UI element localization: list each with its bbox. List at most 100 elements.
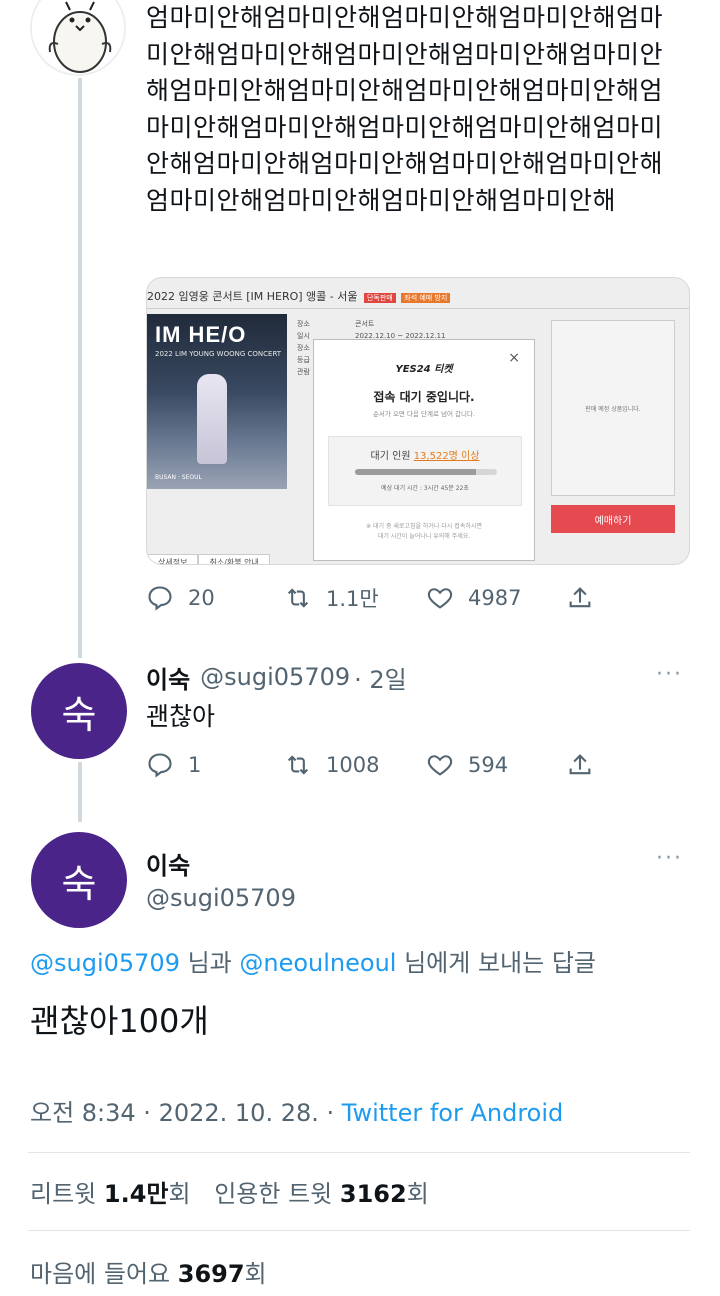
reply-icon: [148, 586, 172, 611]
tweet-time[interactable]: · 2일: [354, 660, 407, 695]
reply-count: 1: [188, 753, 202, 777]
poster-footer: BUSAN · SEOUL: [155, 474, 202, 481]
heart-icon: [427, 588, 453, 609]
replying-to-mid: 님과: [179, 949, 240, 977]
avatar-text: 숙: [61, 692, 97, 737]
divider: [28, 1152, 690, 1153]
timestamp-text[interactable]: 오전 8:34 · 2022. 10. 28. ·: [30, 1099, 342, 1127]
queue-eta: 예상 대기 시간 : 3시간 45분 22초: [381, 485, 469, 492]
share-icon: [569, 754, 591, 775]
yes24-logo: YES24 티켓: [395, 364, 453, 375]
avatar-cartoon[interactable]: [30, 0, 126, 76]
sale-status-box: 판매 예정 상품입니다.: [551, 320, 675, 496]
reply-icon: [148, 753, 172, 778]
retweet-button[interactable]: 1.1만: [284, 583, 426, 613]
share-button[interactable]: [566, 751, 594, 779]
reply-count: 20: [188, 586, 215, 610]
more-icon[interactable]: ···: [656, 662, 683, 687]
like-button[interactable]: 4987: [426, 584, 566, 612]
retweets-stat[interactable]: 리트윗 1.4만회: [30, 1180, 191, 1208]
stat-value: 3697: [177, 1260, 245, 1288]
user-handle[interactable]: @sugi05709: [200, 663, 350, 691]
share-button[interactable]: [566, 584, 594, 612]
concert-poster: IM HE/O 2022 LIM YOUNG WOONG CONCERT BUS…: [147, 314, 287, 489]
image-title: 2022 임영웅 콘서트 [IM HERO] 앵콜 - 서울: [147, 290, 358, 303]
queue-progress-fill: [355, 469, 476, 475]
sale-status-text: 판매 예정 상품입니다.: [585, 405, 641, 413]
retweet-count: 1.1만: [326, 587, 379, 611]
cartoon-rabbit-icon: [32, 0, 124, 74]
user-handle[interactable]: @sugi05709: [146, 884, 296, 912]
avatar[interactable]: 숙: [31, 663, 127, 759]
tweet-timestamp: 오전 8:34 · 2022. 10. 28. · Twitter for An…: [30, 1093, 563, 1128]
poster-figure: [197, 374, 227, 464]
queue-box: 대기 인원 13,522명 이상 예상 대기 시간 : 3시간 45분 22초: [328, 436, 522, 506]
poster-title: IM HE/O: [155, 322, 247, 347]
stat-label: 리트윗: [30, 1180, 104, 1208]
divider: [28, 1230, 690, 1231]
mention-link[interactable]: @sugi05709: [30, 949, 180, 977]
share-icon: [569, 587, 591, 608]
replying-to-end: 님에게 보내는 답글: [396, 949, 596, 977]
stat-value: 1.4만: [103, 1180, 169, 1208]
info-value: 콘서트: [355, 320, 375, 328]
tweet-image[interactable]: 2022 임영웅 콘서트 [IM HERO] 앵콜 - 서울 단독판매 좌석 예…: [146, 277, 690, 565]
queue-subtitle: 순서가 오면 다음 단계로 넘어 갑니다.: [372, 410, 476, 418]
tweet-actions: 20 1.1만 4987: [146, 578, 606, 618]
reply-header: 이숙 @sugi05709 · 2일: [146, 660, 686, 694]
image-divider: [147, 308, 689, 309]
queue-note-line: 대기 시간이 늘어나니 유의해 주세요.: [377, 533, 471, 540]
display-name[interactable]: 이숙: [146, 660, 190, 695]
tab-refund: 취소/환불 안내: [198, 554, 270, 564]
queue-modal: YES24 티켓 × 접속 대기 중입니다. 순서가 오면 다음 단계로 넘어 …: [313, 339, 535, 561]
reply-actions: 1 1008 594: [146, 745, 606, 785]
queue-note: ※ 대기 중 새로고침을 하거나 다시 접속하시면 대기 시간이 늘어나니 유의…: [314, 522, 534, 542]
retweet-icon: [287, 755, 309, 775]
detail-tabs: 상세정보 취소/환불 안내: [147, 554, 307, 564]
queue-title: 접속 대기 중입니다.: [373, 390, 475, 404]
book-button: 예매하기: [551, 505, 675, 533]
stat-unit: 회: [244, 1260, 267, 1288]
retweet-icon: [287, 588, 309, 608]
display-name[interactable]: 이숙: [146, 846, 190, 881]
quotes-stat[interactable]: 인용한 트윗 3162회: [214, 1180, 429, 1208]
tab-details: 상세정보: [147, 554, 199, 564]
reply-button[interactable]: 1: [146, 751, 284, 779]
like-count: 594: [468, 753, 509, 777]
thread-line-top: [78, 78, 82, 658]
badge-warning: 좌석 예매 방지: [401, 293, 451, 303]
tweet-text: 엄마미안해엄마미안해엄마미안해엄마미안해엄마미안해엄마미안해엄마미안해엄마미안해…: [146, 3, 664, 215]
stat-value: 3162: [339, 1180, 407, 1208]
image-topbar: 2022 임영웅 콘서트 [IM HERO] 앵콜 - 서울 단독판매 좌석 예…: [147, 278, 689, 310]
likes-stat[interactable]: 마음에 들어요 3697회: [30, 1254, 267, 1289]
thread-line-middle: [78, 762, 82, 822]
main-tweet-text: 괜찮아100개: [30, 1002, 209, 1040]
avatar-text: 숙: [61, 861, 97, 906]
badge-exclusive: 단독판매: [363, 293, 396, 303]
queue-note-line: ※ 대기 중 새로고침을 하거나 다시 접속하시면: [366, 523, 482, 530]
close-icon: ×: [508, 350, 520, 366]
retweet-button[interactable]: 1008: [284, 751, 426, 779]
avatar[interactable]: 숙: [31, 832, 127, 928]
stat-unit: 회: [168, 1180, 191, 1208]
source-link[interactable]: Twitter for Android: [342, 1099, 563, 1127]
reply-text: 괜찮아: [146, 702, 216, 731]
engagement-stats: 리트윗 1.4만회 인용한 트윗 3162회: [30, 1174, 429, 1209]
info-label: 장소: [297, 320, 310, 328]
retweet-count: 1008: [326, 753, 380, 777]
like-button[interactable]: 594: [426, 751, 566, 779]
stat-label: 마음에 들어요: [30, 1260, 178, 1288]
queue-count: 대기 인원 13,522명 이상: [329, 447, 521, 462]
heart-icon: [427, 755, 453, 776]
replying-to: @sugi05709 님과 @neoulneoul 님에게 보내는 답글: [30, 943, 596, 978]
more-icon[interactable]: ···: [656, 846, 683, 871]
like-count: 4987: [468, 586, 522, 610]
queue-progress-bar: [355, 469, 497, 475]
stat-label: 인용한 트윗: [214, 1180, 340, 1208]
poster-subtitle: 2022 LIM YOUNG WOONG CONCERT: [155, 350, 282, 358]
queue-count-value: 13,522명 이상: [413, 451, 480, 462]
reply-button[interactable]: 20: [146, 584, 284, 612]
stat-unit: 회: [406, 1180, 429, 1208]
queue-count-label: 대기 인원: [370, 451, 411, 462]
mention-link[interactable]: @neoulneoul: [239, 949, 396, 977]
